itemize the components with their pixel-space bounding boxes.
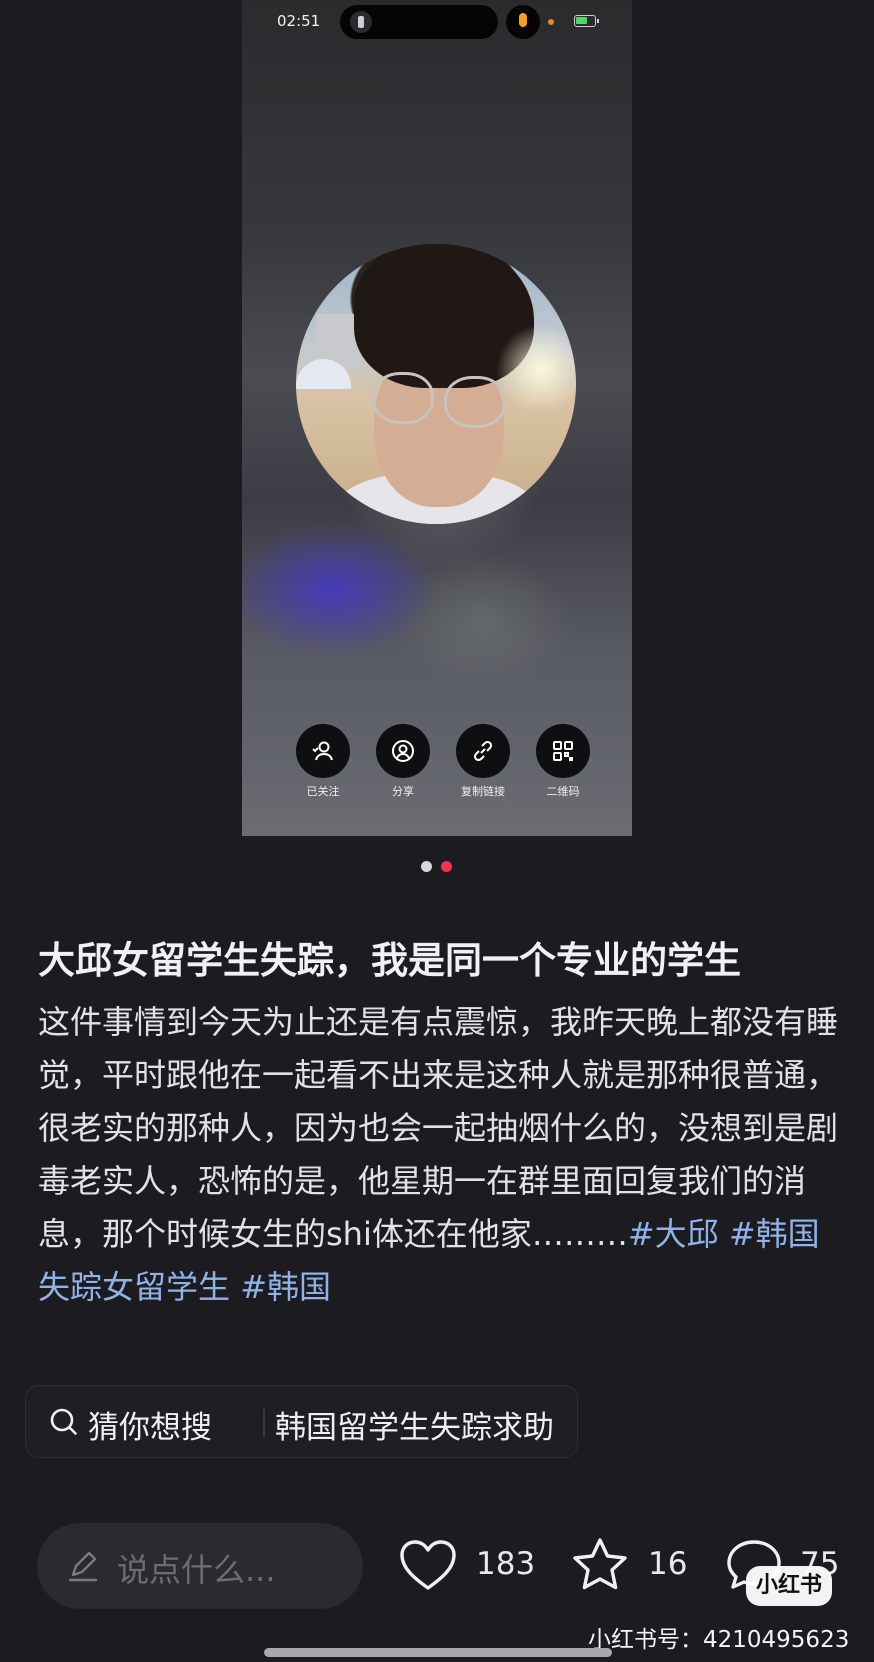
share-label: 分享 [392, 785, 414, 798]
link-icon [473, 740, 493, 762]
qr-code-label: 二维码 [546, 785, 580, 798]
share-button[interactable]: 分享 [368, 724, 438, 799]
home-indicator[interactable] [264, 1648, 612, 1657]
qr-code-button[interactable]: 二维码 [528, 724, 598, 799]
dynamic-island [340, 5, 498, 39]
profile-screenshot-image[interactable]: 02:51 已关注 分享 复制链接 二维码 [242, 0, 632, 836]
followed-label: 已关注 [306, 785, 340, 798]
share-profile-icon [392, 740, 414, 762]
hashtag-link[interactable]: #韩国 [240, 1268, 331, 1306]
comment-placeholder: 说点什么... [117, 1551, 276, 1589]
pencil-icon [68, 1551, 98, 1582]
hashtag-link[interactable]: #大邱 [628, 1215, 719, 1253]
search-suggestion-term[interactable]: 韩国留学生失踪求助 [275, 1402, 554, 1447]
recording-indicator [548, 19, 554, 25]
comment-input[interactable]: 说点什么... [37, 1523, 363, 1609]
star-icon [573, 1538, 627, 1590]
microphone-icon [506, 5, 540, 39]
xiaohongshu-logo: 小红书 [746, 1566, 832, 1606]
search-suggestion-label: 猜你想搜 [88, 1410, 212, 1446]
collect-count: 16 [648, 1546, 688, 1582]
like-count: 183 [476, 1546, 536, 1582]
search-icon [50, 1408, 77, 1435]
flashlight-icon [350, 11, 372, 33]
post-body: 这件事情到今天为止还是有点震惊，我昨天晚上都没有睡觉，平时跟他在一起看不出来是这… [38, 996, 840, 1314]
copy-link-label: 复制链接 [461, 785, 505, 798]
qr-code-icon [553, 741, 573, 761]
followed-user-icon [312, 741, 333, 761]
followed-button[interactable]: 已关注 [288, 724, 358, 799]
account-id-watermark: 小红书号：4210495623 [588, 1627, 850, 1653]
pager-dot-2-active[interactable] [441, 861, 452, 872]
like-button[interactable]: 183 [396, 1534, 536, 1598]
image-pager[interactable] [421, 861, 461, 873]
profile-actions: 已关注 分享 复制链接 二维码 [288, 724, 608, 804]
pager-dot-1[interactable] [421, 861, 432, 872]
profile-avatar [296, 244, 576, 524]
copy-link-button[interactable]: 复制链接 [448, 724, 518, 799]
battery-icon [574, 15, 599, 27]
search-suggestion[interactable]: 猜你想搜 韩国留学生失踪求助 [25, 1385, 578, 1458]
collect-button[interactable]: 16 [568, 1534, 688, 1598]
status-bar: 02:51 [242, 0, 632, 44]
status-time: 02:51 [277, 12, 321, 30]
heart-icon [400, 1540, 456, 1590]
divider [263, 1409, 265, 1437]
post-title: 大邱女留学生失踪，我是同一个专业的学生 [38, 939, 741, 982]
